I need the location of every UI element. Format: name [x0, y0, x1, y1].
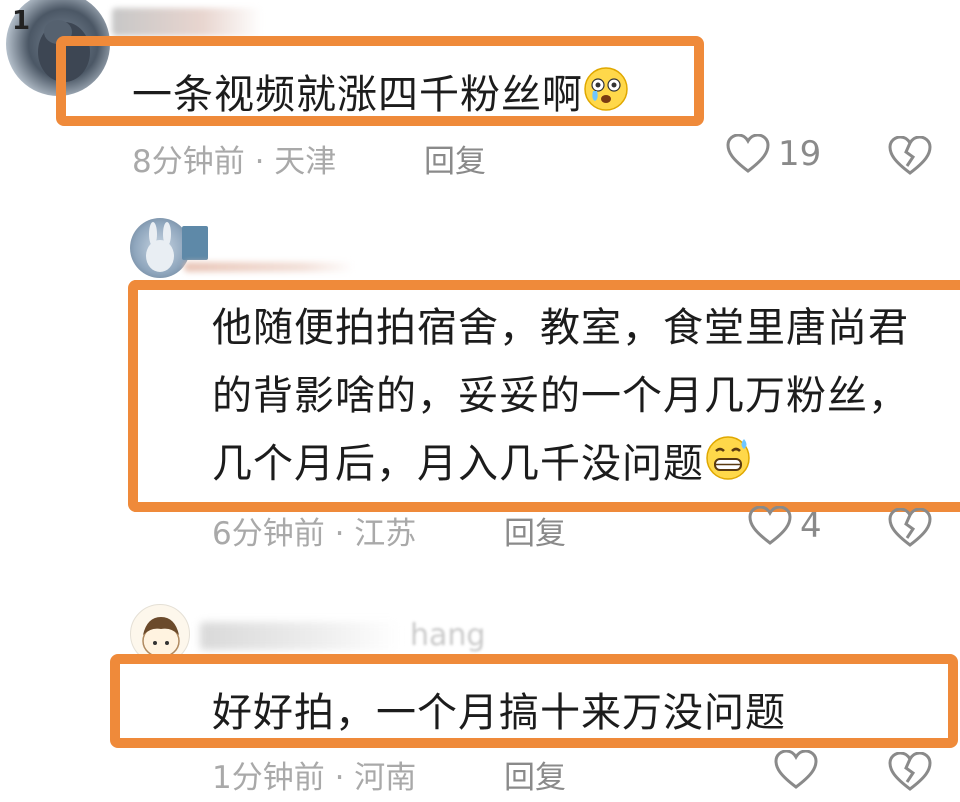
heart-icon	[748, 506, 792, 545]
like-button[interactable]: 19	[726, 134, 821, 174]
avatar-image	[146, 222, 174, 272]
reply-button[interactable]: 回复	[504, 508, 566, 553]
comment-time-location: 8分钟前 · 天津	[132, 144, 337, 180]
reply-button[interactable]: 回复	[504, 752, 566, 797]
dislike-button[interactable]	[888, 751, 932, 796]
username-blurred[interactable]	[182, 226, 208, 260]
tearful-face-emoji	[584, 67, 628, 111]
comment-text: 他随便拍拍宿舍，教室，食堂里唐尚君 的背影啥的，妥妥的一个月几万粉丝， 几个月后…	[212, 305, 909, 487]
heart-icon	[774, 750, 818, 789]
broken-heart-icon	[888, 135, 932, 175]
broken-heart-icon	[888, 507, 932, 547]
comment-text: 一条视频就涨四千粉丝啊	[132, 62, 629, 120]
comment-text: 好好拍，一个月搞十来万没问题	[212, 690, 786, 736]
username-blurred[interactable]	[184, 262, 354, 272]
comment-time-location: 6分钟前 · 江苏	[212, 516, 417, 552]
like-button[interactable]	[774, 750, 826, 790]
like-button[interactable]: 4	[748, 506, 822, 546]
dislike-button[interactable]	[888, 135, 932, 180]
username-fragment[interactable]: hang	[410, 618, 485, 653]
reply-button[interactable]: 回复	[424, 136, 486, 181]
username-blurred[interactable]	[112, 8, 262, 36]
like-count: 19	[778, 134, 822, 174]
avatar[interactable]	[130, 218, 190, 278]
heart-icon	[726, 134, 770, 173]
comment-time-location: 1分钟前 · 河南	[212, 760, 417, 796]
username-blurred[interactable]	[200, 622, 400, 650]
dislike-button[interactable]	[888, 507, 932, 552]
grinning-sweat-emoji	[706, 436, 750, 480]
like-count: 4	[800, 506, 822, 546]
avatar-badge: 1	[12, 6, 31, 36]
broken-heart-icon	[888, 751, 932, 791]
